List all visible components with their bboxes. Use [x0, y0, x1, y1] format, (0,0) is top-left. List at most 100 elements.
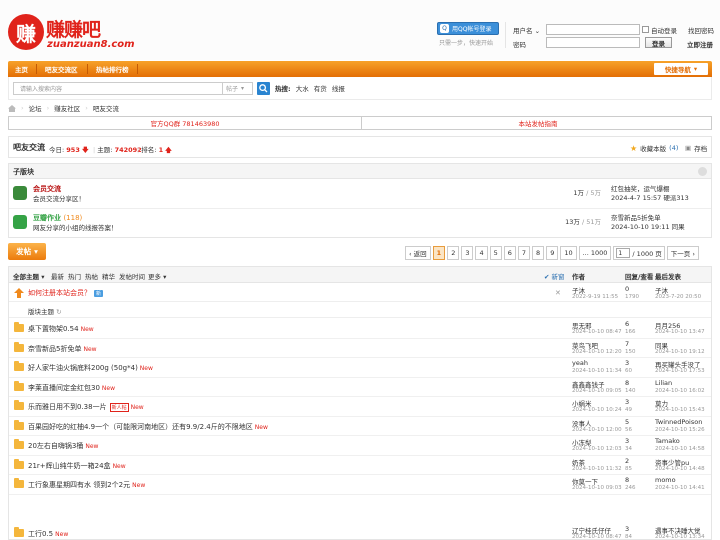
- thread-title[interactable]: 桌下置物架0.54 New: [28, 324, 94, 334]
- archive-button[interactable]: ▣ 存档: [685, 143, 707, 153]
- password-input[interactable]: [546, 37, 640, 48]
- thread-last-poster[interactable]: Lilian: [655, 379, 672, 387]
- filter-hot[interactable]: 热帖: [85, 271, 98, 281]
- thread-date: 2024-10-10 12:20: [572, 348, 622, 355]
- thread-title[interactable]: 李莱直播间定金红包30 New: [28, 383, 115, 393]
- new-badge: New: [254, 423, 268, 431]
- thread-title[interactable]: 奈雪新品5折免单 New: [28, 344, 97, 354]
- new-window-toggle[interactable]: ✔ 新窗: [544, 271, 565, 281]
- page-button[interactable]: 7: [517, 246, 531, 260]
- breadcrumb: › 论坛 › 赚友社区 › 吧友交流: [8, 102, 119, 114]
- hot-search-item[interactable]: 大水: [296, 85, 309, 93]
- thread-last-poster[interactable]: TwinnedPoison: [655, 418, 702, 426]
- page-button[interactable]: 10: [560, 246, 577, 260]
- page-button[interactable]: 4: [475, 246, 488, 260]
- nav-item-home[interactable]: 主页: [15, 61, 28, 77]
- hot-search: 热搜: 大水 有货 线报: [275, 83, 345, 93]
- search-button[interactable]: [257, 82, 270, 95]
- favorite-forum-button[interactable]: ★ 收藏本版 (4): [630, 143, 678, 154]
- subforum-count: 1万 / 5万: [573, 189, 601, 197]
- thread-title[interactable]: 工行0.5 New: [28, 529, 68, 539]
- thread-last-poster[interactable]: momo: [655, 476, 676, 484]
- thread-views: 34: [625, 446, 632, 452]
- login-divider: [505, 22, 506, 48]
- qq-icon: Q: [440, 24, 449, 33]
- thread-row: 20左右自嗨锅3桶 New 小冻梨 2024-10-10 12:03 3 34 Tamako…: [9, 436, 711, 456]
- page-button[interactable]: 9: [546, 246, 559, 260]
- breadcrumb-separator: ›: [21, 104, 24, 112]
- thread-last-poster[interactable]: Tamako: [655, 437, 680, 445]
- hot-search-item[interactable]: 线报: [332, 85, 345, 93]
- caret-down-icon: ▾: [693, 65, 698, 73]
- breadcrumb-item[interactable]: 赚友社区: [54, 103, 80, 113]
- close-icon[interactable]: ✕: [555, 289, 561, 297]
- qq-group-link[interactable]: 官方QQ群 781463980: [9, 117, 361, 129]
- thread-title[interactable]: 工行象惠星期四有水 领到2个2元 New: [28, 480, 145, 490]
- home-icon[interactable]: [8, 104, 16, 112]
- forgot-password-link[interactable]: 找回密码: [688, 25, 714, 35]
- page-button[interactable]: 8: [532, 246, 545, 260]
- filter-more[interactable]: 更多 ▾: [148, 271, 166, 281]
- thread-last-date: 2024-10-10 14:58: [655, 446, 705, 452]
- nav-item-exchange[interactable]: 吧友交流区: [45, 61, 78, 77]
- thread-title[interactable]: 如何注册本站会员？新: [28, 288, 104, 298]
- page-last-button[interactable]: ... 1000: [578, 246, 612, 260]
- refresh-icon[interactable]: ↻: [56, 308, 61, 316]
- subforum-count: 13万 / 51万: [565, 218, 601, 226]
- login-button[interactable]: 登录: [645, 37, 672, 48]
- filter-popular[interactable]: 热门: [68, 271, 81, 281]
- caret-down-icon: ▾: [41, 273, 45, 281]
- page-jump-input[interactable]: 1: [616, 248, 631, 258]
- subforum-panel: 子版块 会员交流 会员交流分享区！ 1万 / 5万 红包抽奖，运气爆棚 2024…: [8, 163, 712, 238]
- thread-date: 2024-10-10 08:47: [572, 329, 622, 335]
- thread-author[interactable]: yeah: [572, 359, 588, 367]
- filter-latest[interactable]: 最新: [51, 271, 64, 281]
- qq-login-tip: 只需一步，快速开始: [439, 40, 494, 47]
- thread-title[interactable]: 好人家牛油火锅底料200g (50g*4) New: [28, 363, 153, 373]
- site-logo[interactable]: 赚 赚赚吧 zuanzuan8.com: [8, 14, 135, 56]
- username-input[interactable]: [546, 24, 640, 35]
- next-page-button[interactable]: 下一页 ›: [666, 246, 699, 260]
- archive-icon: ▣: [685, 144, 692, 152]
- hot-search-item[interactable]: 有货: [314, 85, 327, 93]
- thread-title[interactable]: 21r+辉山纯牛奶一箱24盒 New: [28, 461, 126, 471]
- breadcrumb-item[interactable]: 吧友交流: [93, 103, 119, 113]
- subforum-desc: 网友分享的小组的线报答案！: [33, 224, 118, 232]
- quick-nav-button[interactable]: 快捷导航 ▾: [654, 63, 708, 75]
- new-post-button[interactable]: 发帖 ▾: [8, 243, 46, 260]
- thread-replies: 3: [625, 525, 630, 533]
- page-button[interactable]: 1: [432, 246, 446, 260]
- breadcrumb-item[interactable]: 论坛: [29, 103, 42, 113]
- nav-item-hot-ranking[interactable]: 热帖排行榜: [96, 61, 129, 77]
- caret-down-icon: ▾: [34, 247, 38, 256]
- nav-divider: [36, 64, 37, 74]
- collapse-icon[interactable]: [698, 167, 707, 176]
- posting-guide-link[interactable]: 本站发帖指南: [362, 117, 714, 129]
- page-button[interactable]: 6: [503, 246, 516, 260]
- thread-title[interactable]: 百果园好吃的红柚4.9一个（可能限河南地区）还有9.9/2.4斤的不限地区 New: [28, 422, 268, 432]
- folder-icon: [14, 439, 24, 449]
- filter-digest[interactable]: 精华: [102, 271, 115, 281]
- new-badge: New: [139, 365, 153, 372]
- thread-replies: 8: [625, 476, 630, 484]
- page-button[interactable]: 5: [489, 246, 502, 260]
- search-input[interactable]: 请输入搜索内容: [13, 82, 223, 95]
- auto-login-checkbox[interactable]: [642, 26, 649, 33]
- page-back-button[interactable]: ‹ 返回: [405, 246, 431, 260]
- thread-last-date: 2024-10-10 14:48: [655, 465, 705, 472]
- filter-post-time[interactable]: 发帖时间: [119, 271, 145, 281]
- thread-title[interactable]: 20左右自嗨锅3桶 New: [28, 441, 98, 451]
- page-button[interactable]: 3: [461, 246, 474, 260]
- newbie-tag: 新人帖: [109, 403, 129, 412]
- search-type-select[interactable]: 帖子 ▾: [223, 82, 253, 95]
- page-total: / 1000 页: [632, 250, 662, 258]
- register-link[interactable]: 立即注册: [687, 39, 713, 49]
- filter-all[interactable]: 全部主题 ▾: [13, 271, 45, 281]
- breadcrumb-separator: ›: [85, 104, 88, 112]
- thread-title[interactable]: 乐而雅日用不到0.38一片 新人帖 New: [28, 402, 144, 412]
- thread-last-date: 2024-10-10 16:02: [655, 387, 705, 394]
- post-button-label: 发帖: [16, 247, 32, 256]
- page-button[interactable]: 2: [447, 246, 460, 260]
- thread-last-date: 2024-10-10 13:34: [655, 534, 705, 540]
- qq-login-button[interactable]: Q 用QQ帐号登录: [437, 22, 499, 35]
